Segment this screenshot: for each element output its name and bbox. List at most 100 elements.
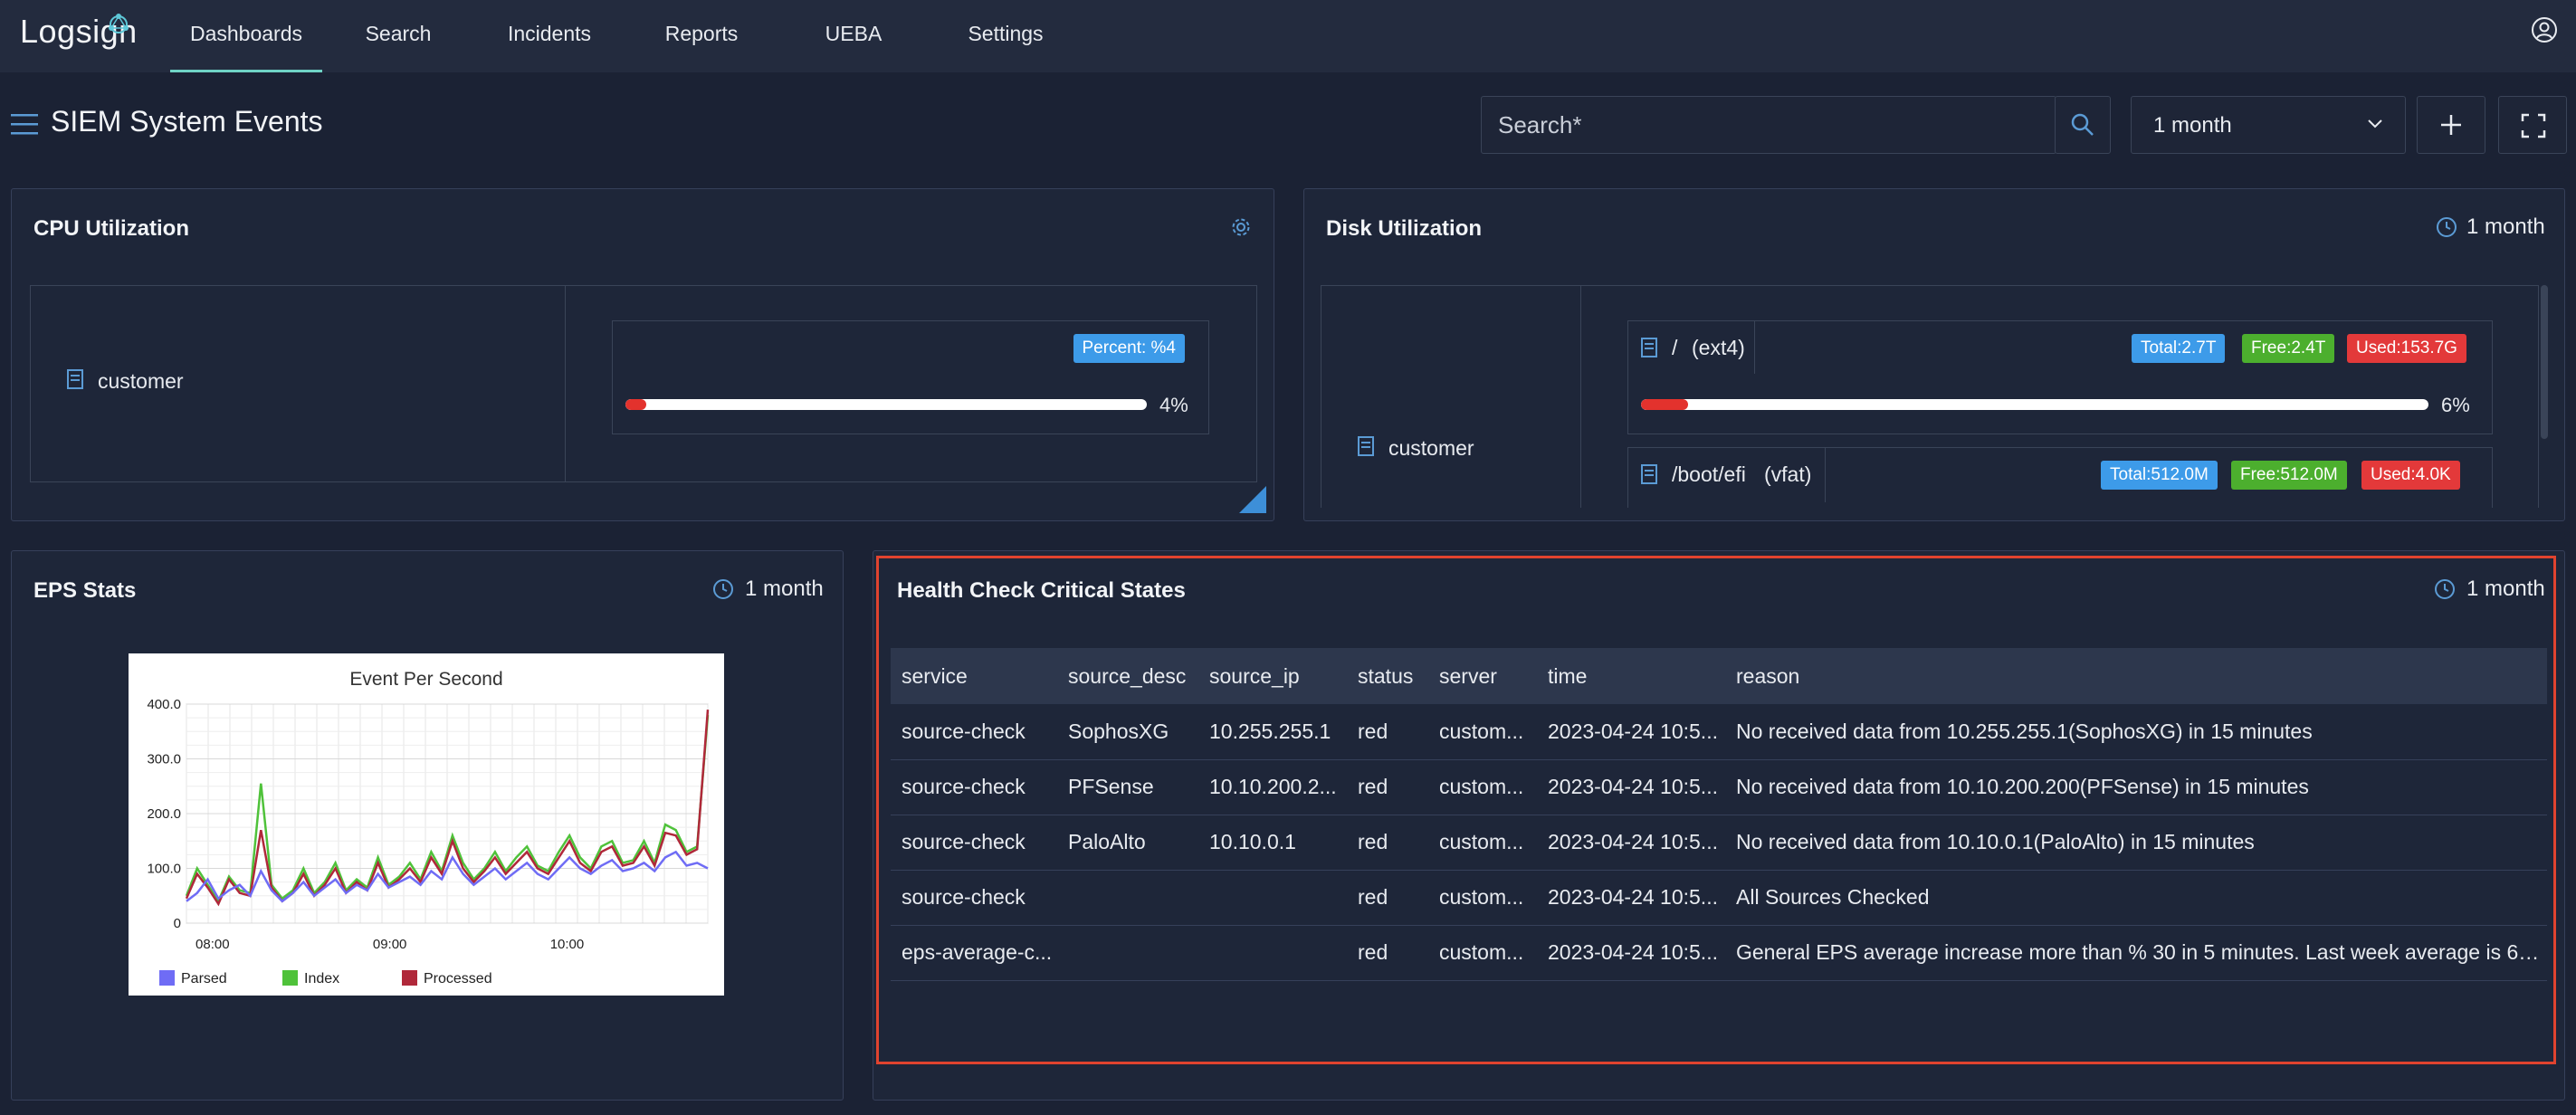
column-header-source-ip[interactable]: source_ip (1198, 648, 1347, 704)
column-header-server[interactable]: server (1428, 648, 1537, 704)
nav-reports[interactable]: Reports (652, 0, 751, 72)
cell-service: eps-average-c... (891, 925, 1057, 981)
mount-label-cell: /boot/efi (vfat) (1628, 448, 1826, 502)
legend-swatch (282, 970, 298, 986)
column-header-status[interactable]: status (1347, 648, 1428, 704)
cell-status: red (1347, 925, 1428, 981)
mount-label-cell: / (ext4) (1628, 321, 1755, 374)
disk-progress-bar (1641, 399, 2428, 410)
health-time-range: 1 month (2466, 577, 2545, 601)
cpu-utilization-panel: CPU Utilization customer Percent: %4 4% (11, 188, 1274, 521)
legend-swatch (159, 970, 175, 986)
cell-service: source-check (891, 704, 1057, 760)
cell-status: red (1347, 815, 1428, 871)
disk-server-row: customer / (ext4) Total:2.7T Free:2.4T U… (1321, 285, 2539, 508)
cell-source-ip (1198, 870, 1347, 926)
column-header-reason[interactable]: reason (1725, 648, 2547, 704)
eps-panel-title: EPS Stats (33, 578, 137, 603)
disk-panel-title: Disk Utilization (1326, 216, 1483, 241)
top-navbar: Logsign Dashboards Search Incidents Repo… (0, 0, 2576, 72)
nav-dashboards[interactable]: Dashboards (170, 0, 322, 72)
cell-reason: No received data from 10.10.200.200(PFSe… (1725, 759, 2547, 815)
cell-source-ip: 10.10.0.1 (1198, 815, 1347, 871)
server-icon (67, 369, 83, 389)
cell-source-desc (1057, 925, 1198, 981)
cell-status: red (1347, 704, 1428, 760)
y-tick-label: 200.0 (147, 806, 181, 822)
cell-source-ip (1198, 925, 1347, 981)
legend-label: Processed (424, 971, 492, 986)
nav-settings[interactable]: Settings (954, 0, 1057, 72)
cell-reason: No received data from 10.255.255.1(Sopho… (1725, 704, 2547, 760)
chevron-down-icon (2368, 119, 2382, 129)
eps-chart: Event Per Second 0 100.0 200.0 300.0 400.0 08… (129, 653, 724, 996)
fullscreen-icon (2521, 113, 2546, 138)
legend-swatch (402, 970, 417, 986)
disk-percent-text: 6% (2441, 394, 2470, 416)
cell-source-desc: PFSense (1057, 759, 1198, 815)
page-title: SIEM System Events (51, 105, 323, 138)
time-range-select[interactable]: 1 month (2131, 96, 2406, 154)
cell-server: custom... (1428, 704, 1537, 760)
disk-used-badge: Used:4.0K (2361, 461, 2460, 490)
user-icon[interactable] (2531, 16, 2558, 43)
add-widget-button[interactable] (2417, 96, 2485, 154)
clock-icon (2437, 217, 2457, 237)
column-header-service[interactable]: service (891, 648, 1057, 704)
x-tick-label: 08:00 (196, 937, 230, 952)
disk-total-badge: Total:512.0M (2101, 461, 2218, 490)
cell-source-ip: 10.255.255.1 (1198, 704, 1347, 760)
cpu-progress-fill (625, 399, 647, 410)
cell-source-desc: SophosXG (1057, 704, 1198, 760)
cell-source-desc: PaloAlto (1057, 815, 1198, 871)
column-header-source-desc[interactable]: source_desc (1057, 648, 1198, 704)
resize-handle-icon[interactable] (1239, 486, 1266, 513)
mount-fs: (ext4) (1692, 336, 1745, 359)
column-header-time[interactable]: time (1537, 648, 1725, 704)
legend-label: Index (304, 971, 339, 986)
mount-path: /boot/efi (1672, 462, 1746, 486)
mount-path: / (1672, 336, 1678, 359)
cell-source-ip: 10.10.200.2... (1198, 759, 1347, 815)
nav-search[interactable]: Search (353, 0, 444, 72)
nav-ueba[interactable]: UEBA (813, 0, 894, 72)
disk-scrollbar[interactable] (2541, 285, 2548, 439)
time-range-value: 1 month (2153, 113, 2232, 138)
disk-icon (1641, 464, 1657, 484)
disk-mount-card: / (ext4) Total:2.7T Free:2.4T Used:153.7… (1627, 320, 2493, 434)
disk-server-name: customer (1388, 436, 1474, 460)
plus-icon (2441, 115, 2461, 135)
table-row[interactable]: eps-average-c... red custom... 2023-04-2… (891, 925, 2547, 981)
cell-server: custom... (1428, 925, 1537, 981)
table-row[interactable]: source-check SophosXG 10.255.255.1 red c… (891, 704, 2547, 760)
cell-service: source-check (891, 759, 1057, 815)
disk-utilization-panel: Disk Utilization 1 month customer / (ext… (1303, 188, 2565, 521)
gear-icon[interactable] (1230, 216, 1252, 238)
cpu-server-name: customer (98, 369, 184, 393)
disk-time-range: 1 month (2466, 214, 2545, 239)
eps-time-range: 1 month (745, 577, 824, 601)
disk-total-badge: Total:2.7T (2132, 334, 2226, 363)
clock-icon (2435, 579, 2455, 599)
cpu-percent-text: 4% (1159, 394, 1188, 416)
search-icon (2071, 113, 2094, 136)
cell-time: 2023-04-24 10:5... (1537, 925, 1725, 981)
table-row[interactable]: source-check PaloAlto 10.10.0.1 red cust… (891, 815, 2547, 871)
search-button[interactable] (2055, 96, 2111, 154)
table-row[interactable]: source-check red custom... 2023-04-24 10… (891, 870, 2547, 926)
cell-time: 2023-04-24 10:5... (1537, 759, 1725, 815)
table-row[interactable]: source-check PFSense 10.10.200.2... red … (891, 759, 2547, 815)
disk-icon (1641, 338, 1657, 357)
x-tick-label: 09:00 (373, 937, 407, 952)
search-input[interactable] (1482, 97, 2056, 153)
nav-incidents[interactable]: Incidents (496, 0, 603, 72)
chart-title: Event Per Second (349, 669, 502, 690)
cell-service: source-check (891, 870, 1057, 926)
menu-icon[interactable] (11, 112, 38, 136)
health-panel-title: Health Check Critical States (897, 578, 1186, 603)
cell-service: source-check (891, 815, 1057, 871)
fullscreen-button[interactable] (2498, 96, 2567, 154)
cell-status: red (1347, 870, 1428, 926)
y-tick-label: 300.0 (147, 752, 181, 767)
disk-used-badge: Used:153.7G (2347, 334, 2466, 363)
